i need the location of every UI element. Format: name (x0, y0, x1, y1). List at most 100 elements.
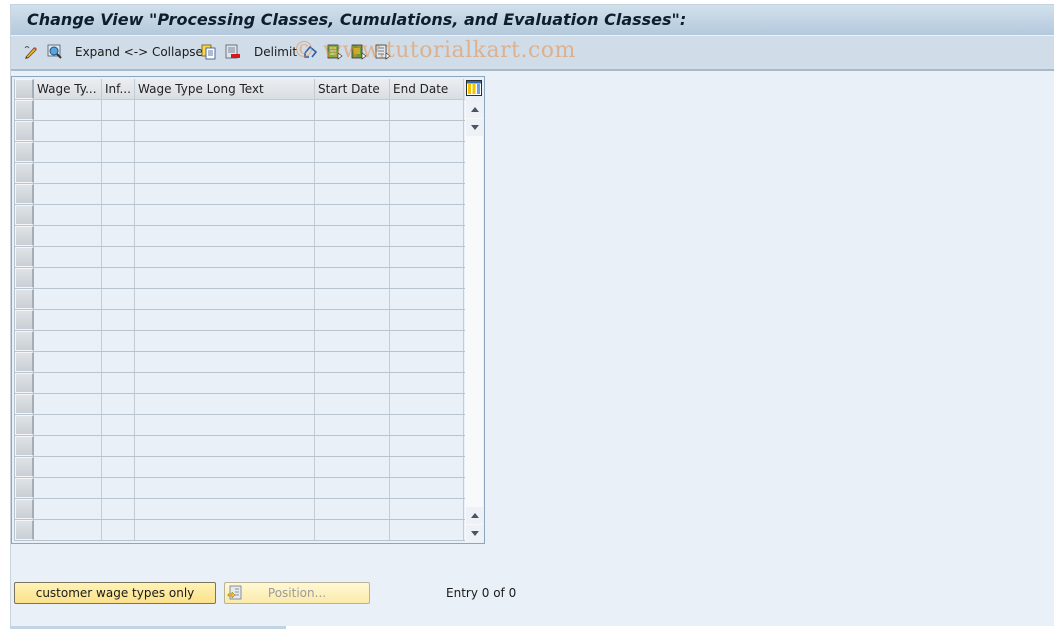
table-cell[interactable] (34, 520, 102, 540)
table-cell[interactable] (135, 142, 315, 162)
select-all-button[interactable] (327, 42, 343, 62)
table-cell[interactable] (135, 478, 315, 498)
table-cell[interactable] (135, 415, 315, 435)
row-selector[interactable] (15, 226, 34, 246)
row-selector[interactable] (15, 373, 34, 393)
column-header-start-date[interactable]: Start Date (315, 79, 390, 99)
table-cell[interactable] (315, 331, 390, 351)
row-selector[interactable] (15, 163, 34, 183)
table-cell[interactable] (135, 268, 315, 288)
vertical-scrollbar[interactable] (465, 101, 483, 542)
table-cell[interactable] (34, 226, 102, 246)
select-all-rows-button[interactable] (15, 79, 34, 99)
table-cell[interactable] (315, 163, 390, 183)
table-cell[interactable] (135, 121, 315, 141)
table-cell[interactable] (135, 352, 315, 372)
table-cell[interactable] (135, 457, 315, 477)
table-cell[interactable] (135, 100, 315, 120)
row-selector[interactable] (15, 415, 34, 435)
row-selector[interactable] (15, 394, 34, 414)
scroll-up-button[interactable] (466, 101, 483, 118)
table-cell[interactable] (34, 142, 102, 162)
table-cell[interactable] (315, 100, 390, 120)
table-cell[interactable] (102, 310, 135, 330)
table-cell[interactable] (34, 436, 102, 456)
table-cell[interactable] (135, 205, 315, 225)
customer-wage-types-only-button[interactable]: customer wage types only (14, 582, 216, 604)
table-cell[interactable] (102, 331, 135, 351)
deselect-all-button[interactable] (375, 42, 391, 62)
table-cell[interactable] (390, 163, 464, 183)
table-cell[interactable] (390, 436, 464, 456)
table-cell[interactable] (315, 289, 390, 309)
row-selector[interactable] (15, 268, 34, 288)
table-cell[interactable] (34, 499, 102, 519)
table-cell[interactable] (390, 310, 464, 330)
select-block-button[interactable] (351, 42, 367, 62)
column-header-long-text[interactable]: Wage Type Long Text (135, 79, 315, 99)
table-settings-button[interactable] (466, 80, 482, 96)
table-cell[interactable] (34, 163, 102, 183)
table-cell[interactable] (102, 100, 135, 120)
table-cell[interactable] (390, 184, 464, 204)
row-selector[interactable] (15, 478, 34, 498)
table-cell[interactable] (34, 247, 102, 267)
table-cell[interactable] (102, 499, 135, 519)
change-display-button[interactable] (23, 42, 39, 62)
row-selector[interactable] (15, 247, 34, 267)
table-cell[interactable] (390, 226, 464, 246)
undo-change-button[interactable] (303, 42, 319, 62)
table-cell[interactable] (315, 436, 390, 456)
table-cell[interactable] (34, 394, 102, 414)
table-cell[interactable] (390, 520, 464, 540)
table-cell[interactable] (34, 478, 102, 498)
row-selector[interactable] (15, 310, 34, 330)
table-cell[interactable] (102, 226, 135, 246)
row-selector[interactable] (15, 436, 34, 456)
table-cell[interactable] (34, 373, 102, 393)
table-cell[interactable] (315, 226, 390, 246)
table-cell[interactable] (390, 205, 464, 225)
column-header-wage-type[interactable]: Wage Ty... (34, 79, 102, 99)
table-cell[interactable] (34, 121, 102, 141)
table-cell[interactable] (315, 457, 390, 477)
table-cell[interactable] (102, 436, 135, 456)
table-cell[interactable] (34, 184, 102, 204)
table-cell[interactable] (102, 121, 135, 141)
table-cell[interactable] (135, 373, 315, 393)
row-selector[interactable] (15, 289, 34, 309)
row-selector[interactable] (15, 499, 34, 519)
table-cell[interactable] (315, 352, 390, 372)
row-selector[interactable] (15, 184, 34, 204)
table-cell[interactable] (390, 499, 464, 519)
table-cell[interactable] (315, 142, 390, 162)
table-cell[interactable] (34, 331, 102, 351)
table-cell[interactable] (135, 394, 315, 414)
table-cell[interactable] (102, 268, 135, 288)
table-cell[interactable] (135, 331, 315, 351)
display-button[interactable] (47, 42, 63, 62)
table-cell[interactable] (34, 289, 102, 309)
table-cell[interactable] (102, 163, 135, 183)
table-cell[interactable] (34, 352, 102, 372)
scroll-down-button[interactable] (466, 525, 483, 542)
scroll-page-up-button[interactable] (466, 507, 483, 524)
table-cell[interactable] (390, 289, 464, 309)
table-cell[interactable] (102, 415, 135, 435)
table-cell[interactable] (102, 352, 135, 372)
table-cell[interactable] (102, 184, 135, 204)
position-button[interactable]: Position... (224, 582, 370, 604)
table-cell[interactable] (102, 394, 135, 414)
table-cell[interactable] (390, 121, 464, 141)
table-cell[interactable] (315, 478, 390, 498)
column-header-info[interactable]: Inf... (102, 79, 135, 99)
table-cell[interactable] (102, 457, 135, 477)
table-cell[interactable] (315, 268, 390, 288)
table-cell[interactable] (135, 226, 315, 246)
table-cell[interactable] (102, 478, 135, 498)
table-cell[interactable] (34, 268, 102, 288)
table-cell[interactable] (34, 310, 102, 330)
table-cell[interactable] (315, 415, 390, 435)
table-cell[interactable] (390, 142, 464, 162)
table-cell[interactable] (390, 373, 464, 393)
